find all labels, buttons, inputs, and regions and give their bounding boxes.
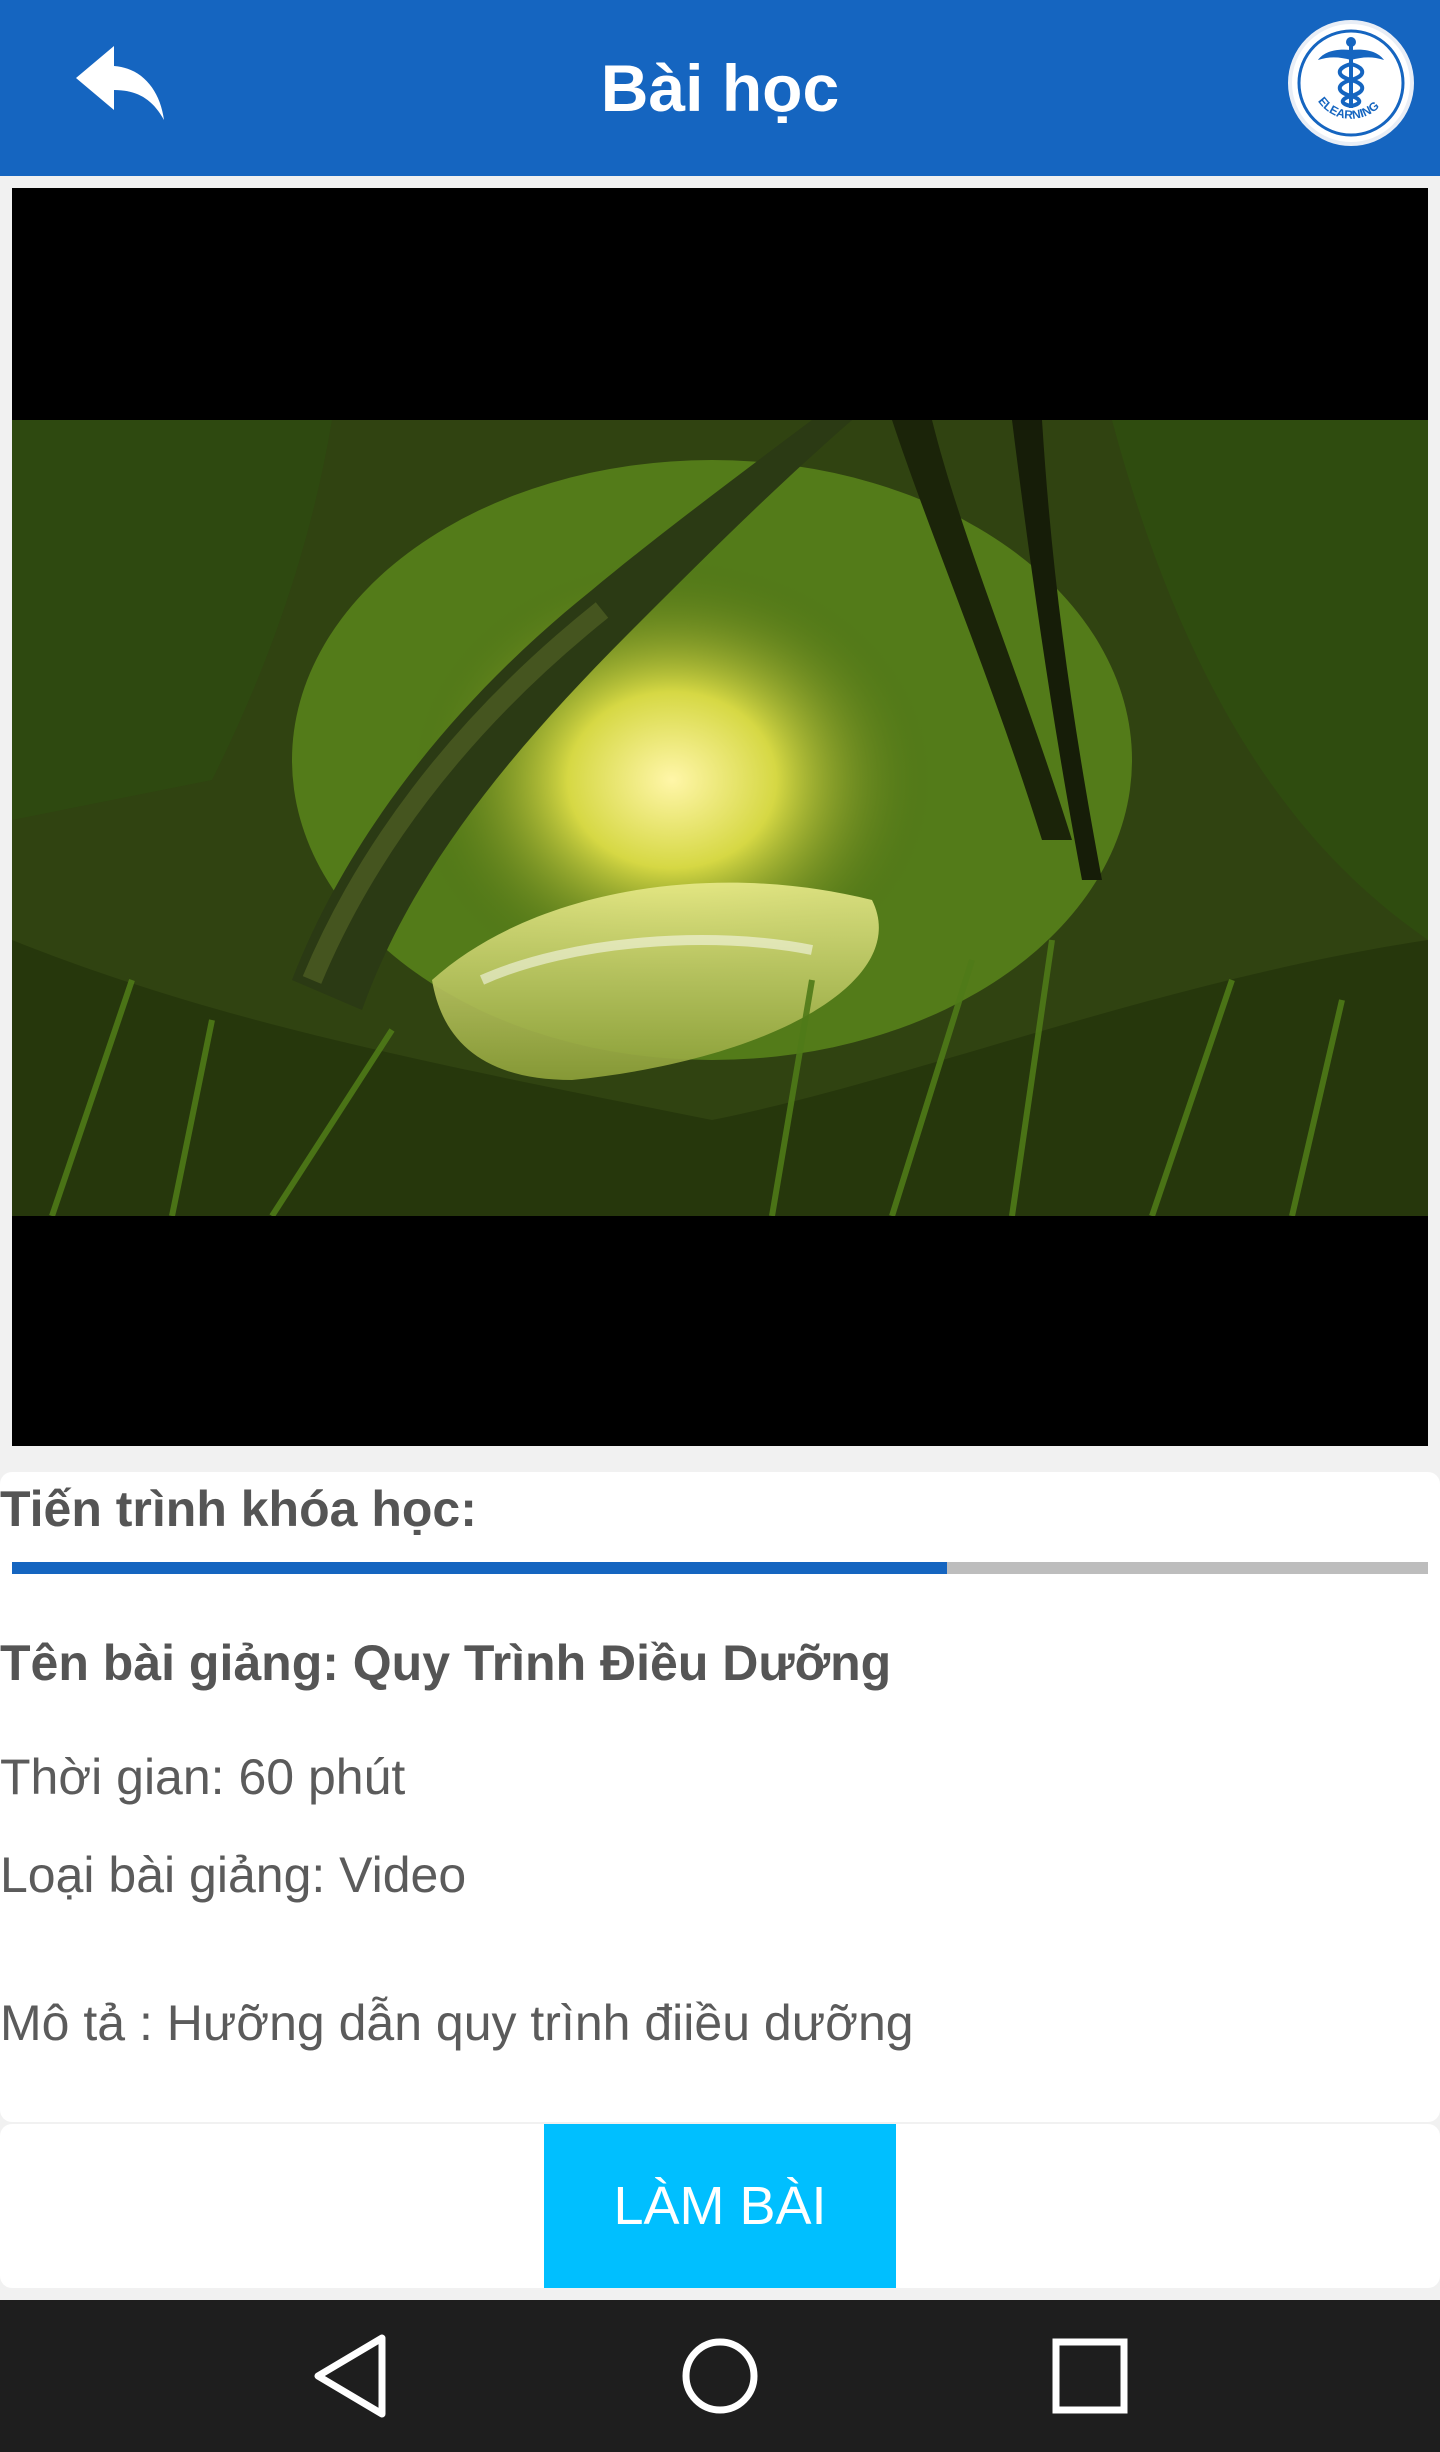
caduceus-icon: ELEARNING [1297, 29, 1405, 137]
video-player[interactable] [12, 188, 1428, 1446]
video-thumbnail [12, 420, 1428, 1216]
page-title: Bài học [600, 51, 840, 125]
app-bar: Bài học ELEARNING [0, 0, 1440, 176]
lesson-description: Mô tả : Hưỡng dẫn quy trình điiều dưỡng [0, 1995, 914, 2051]
nav-home-button[interactable] [670, 2326, 770, 2426]
nav-recents-button[interactable] [1040, 2326, 1140, 2426]
nav-back-button[interactable] [300, 2326, 400, 2426]
square-recents-icon [1052, 2338, 1128, 2414]
course-progress-bar [12, 1562, 1428, 1574]
lesson-type: Loại bài giảng: Video [0, 1847, 467, 1903]
system-nav-bar [0, 2300, 1440, 2452]
do-lesson-button[interactable]: LÀM BÀI [544, 2124, 896, 2288]
circle-home-icon [682, 2338, 758, 2414]
lesson-name: Tên bài giảng: Quy Trình Điều Dưỡng [0, 1635, 892, 1691]
lesson-duration: Thời gian: 60 phút [0, 1749, 406, 1805]
elearning-logo: ELEARNING [1288, 20, 1414, 146]
progress-fill [12, 1562, 947, 1574]
progress-label: Tiến trình khóa học: [0, 1481, 477, 1537]
triangle-back-icon [314, 2334, 386, 2418]
